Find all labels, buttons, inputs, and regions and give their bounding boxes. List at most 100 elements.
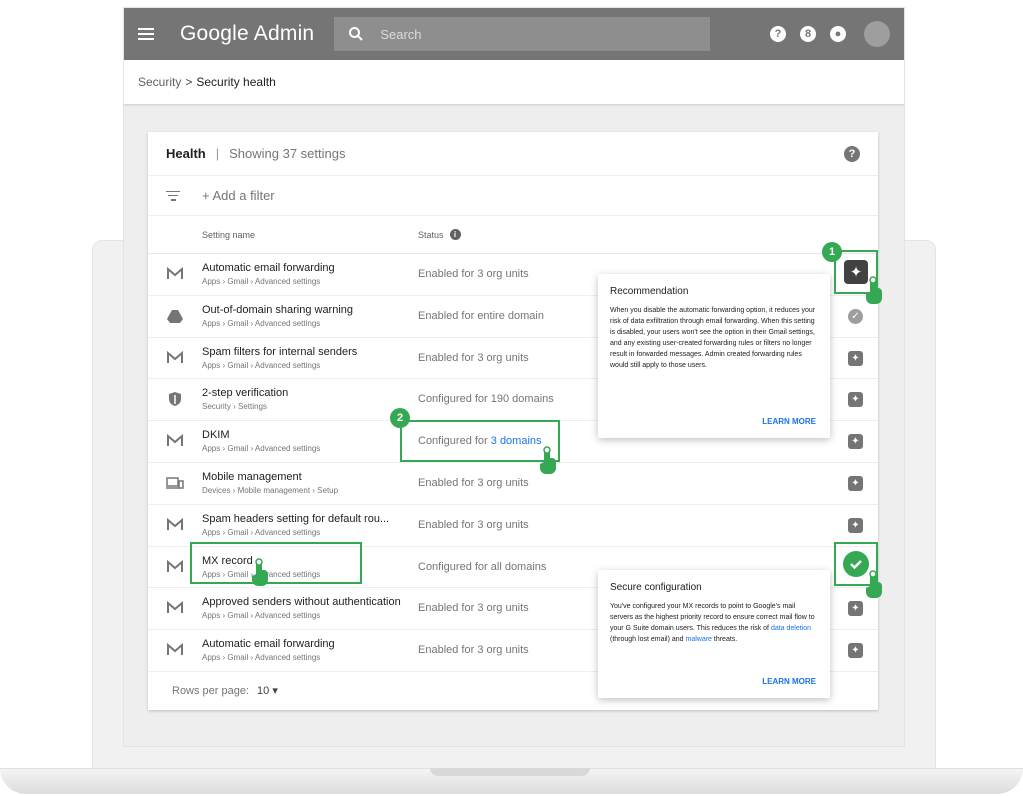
recommendation-icon[interactable]: ✦ xyxy=(848,601,863,617)
gmail-icon xyxy=(167,559,183,572)
table-row[interactable]: Spam headers setting for default rou... … xyxy=(148,505,878,547)
card-help-icon[interactable]: ? xyxy=(844,145,860,162)
gmail-icon xyxy=(167,601,183,614)
setting-path: Apps › Gmail › Advanced settings xyxy=(202,444,321,454)
admin-screen: Google Admin Search ? 8 ● Security > Sec… xyxy=(124,8,904,746)
breadcrumb: Security > Security health xyxy=(124,60,904,104)
setting-status: Enabled for 3 org units xyxy=(418,268,529,280)
gmail-icon xyxy=(167,266,183,279)
recommendation-icon[interactable]: ✦ xyxy=(848,350,863,366)
pointer-hand-icon xyxy=(866,570,882,598)
setting-name: Spam headers setting for default rou... xyxy=(202,512,390,525)
popover-title: Secure configuration xyxy=(610,582,702,593)
malware-link[interactable]: malware xyxy=(685,636,711,643)
gmail-icon xyxy=(167,434,183,447)
popover-text: (through lost email) and xyxy=(610,636,686,643)
step-badge-2: 2 xyxy=(390,408,410,428)
recommendation-icon[interactable]: ✦ xyxy=(848,434,863,450)
setting-status: Enabled for 3 org units xyxy=(418,644,529,657)
setting-name: Automatic email forwarding xyxy=(202,638,335,651)
setting-name: Automatic email forwarding xyxy=(202,262,335,274)
pointer-hand-icon xyxy=(866,276,882,304)
column-status-label: Status xyxy=(418,229,444,240)
top-actions: ? 8 ● xyxy=(770,21,890,47)
setting-name: Spam filters for internal senders xyxy=(202,345,358,358)
setting-name: Out-of-domain sharing warning xyxy=(202,303,354,316)
setting-path: Apps › Gmail › Advanced settings xyxy=(202,277,321,286)
column-setting-name[interactable]: Setting name xyxy=(202,230,255,240)
setting-path: Security › Settings xyxy=(202,402,267,412)
step-badge-1: 1 xyxy=(822,242,842,262)
secure-configuration-popover: Secure configuration You've configured y… xyxy=(598,570,830,698)
shield-icon xyxy=(169,392,181,407)
recommendation-icon[interactable]: ✦ xyxy=(848,643,863,659)
search-input[interactable]: Search xyxy=(334,17,711,51)
notifications-icon[interactable]: ● xyxy=(830,26,846,42)
data-deletion-link[interactable]: data deletion xyxy=(771,625,811,632)
popover-title: Recommendation xyxy=(610,286,689,297)
apps-icon[interactable]: 8 xyxy=(800,26,816,42)
help-icon[interactable]: ? xyxy=(770,26,786,42)
setting-status: Enabled for 3 org units xyxy=(418,602,529,615)
setting-status: Enabled for entire domain xyxy=(418,309,544,322)
setting-path: Devices › Mobile management › Setup xyxy=(202,485,339,495)
brand-logo[interactable]: Google Admin xyxy=(180,22,314,46)
learn-more-link[interactable]: LEARN MORE xyxy=(762,417,816,426)
learn-more-link[interactable]: LEARN MORE xyxy=(762,677,816,686)
info-icon[interactable]: i xyxy=(449,229,461,240)
add-filter-button[interactable]: + Add a filter xyxy=(202,188,275,203)
breadcrumb-security[interactable]: Security xyxy=(138,75,181,89)
setting-name: 2-step verification xyxy=(202,387,289,400)
setting-name: Mobile management xyxy=(202,470,302,483)
setting-status: Enabled for 3 org units xyxy=(418,476,529,489)
menu-icon[interactable] xyxy=(138,28,154,40)
pointer-hand-icon xyxy=(540,446,556,474)
setting-status: Configured for 190 domains xyxy=(418,393,554,406)
search-placeholder: Search xyxy=(380,26,422,42)
laptop-mockup: Google Admin Search ? 8 ● Security > Sec… xyxy=(0,0,1023,796)
devices-icon xyxy=(166,477,184,489)
settings-count: Showing 37 settings xyxy=(229,146,346,161)
filter-icon[interactable] xyxy=(166,190,180,201)
gmail-icon xyxy=(167,350,183,363)
breadcrumb-current: Security health xyxy=(196,75,276,89)
setting-path: Apps › Gmail › Advanced settings xyxy=(202,653,321,663)
setting-path: Apps › Gmail › Advanced settings xyxy=(202,611,321,621)
setting-path: Apps › Gmail › Advanced settings xyxy=(202,360,321,370)
card-title: Health xyxy=(166,146,206,161)
popover-body: You've configured your MX records to poi… xyxy=(610,601,818,645)
setting-status: Enabled for 3 org units xyxy=(418,518,529,531)
setting-status: Enabled for 3 org units xyxy=(418,351,529,364)
recommendation-icon[interactable]: ✦ xyxy=(848,392,863,408)
popover-text: threats. xyxy=(711,636,738,643)
setting-path: Apps › Gmail › Advanced settings xyxy=(202,318,321,328)
table-row[interactable]: Mobile management Devices › Mobile manag… xyxy=(148,463,878,505)
rows-per-page-label: Rows per page: xyxy=(172,684,250,697)
recommendation-icon[interactable]: ✦ xyxy=(848,517,863,533)
card-header: Health | Showing 37 settings ? xyxy=(148,132,878,176)
setting-name: DKIM xyxy=(202,429,230,442)
breadcrumb-separator: > xyxy=(185,75,193,89)
popover-body: When you disable the automatic forwardin… xyxy=(610,307,816,369)
rows-per-page-value: 10 xyxy=(257,685,270,698)
recommendation-icon[interactable]: ✦ xyxy=(848,475,863,491)
chevron-down-icon: ▾ xyxy=(272,685,278,698)
drive-icon xyxy=(167,309,183,323)
card-divider: | xyxy=(215,146,220,161)
laptop-notch xyxy=(430,768,590,776)
highlight-frame xyxy=(190,542,362,584)
setting-path: Apps › Gmail › Advanced settings xyxy=(202,527,321,537)
setting-name: Approved senders without authentication xyxy=(202,596,401,609)
search-icon xyxy=(349,27,364,41)
avatar[interactable] xyxy=(864,21,890,47)
top-app-bar: Google Admin Search ? 8 ● xyxy=(124,8,904,60)
filter-bar[interactable]: + Add a filter xyxy=(148,176,878,216)
recommendation-popover: Recommendation When you disable the auto… xyxy=(598,274,830,438)
gmail-icon xyxy=(167,642,183,656)
column-status[interactable]: Status i xyxy=(418,229,461,240)
check-icon[interactable]: ✓ xyxy=(848,308,863,324)
pointer-hand-icon xyxy=(252,558,268,586)
setting-status: Configured for all domains xyxy=(418,560,547,573)
rows-per-page-select[interactable]: 10 ▾ xyxy=(257,684,278,697)
gmail-icon xyxy=(167,517,183,530)
